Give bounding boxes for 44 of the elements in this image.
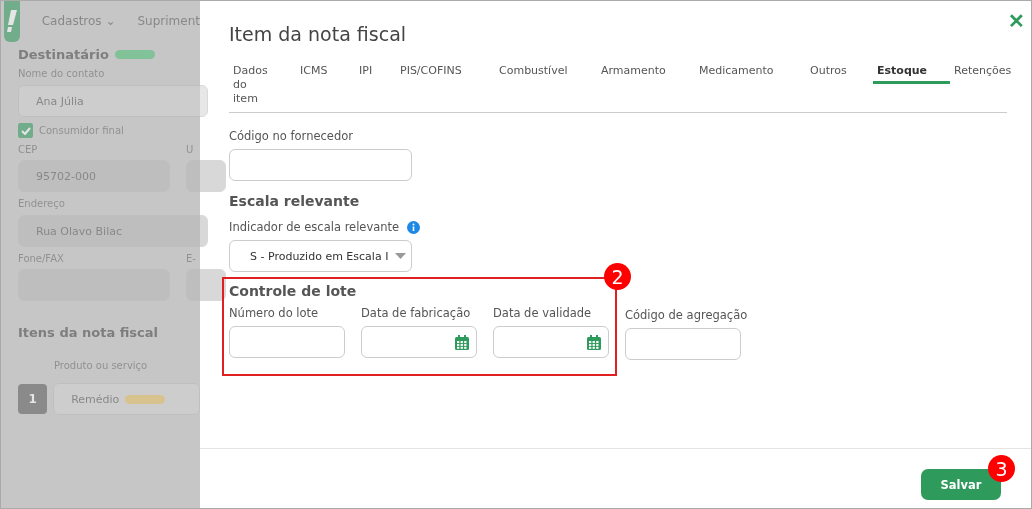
tab[interactable]: Retenções <box>950 64 1020 84</box>
email-field[interactable] <box>186 269 226 301</box>
step-badge: 2 <box>604 263 631 290</box>
field-label: Código de agregação <box>625 308 748 322</box>
tab[interactable]: ICMS <box>296 64 355 84</box>
supplier-code-field[interactable] <box>229 149 412 181</box>
field-label: Indicador de escala relevante <box>229 220 400 234</box>
tab[interactable]: Medicamento <box>695 64 806 84</box>
section-title: Destinatário <box>18 47 109 62</box>
field-label: Data de validade <box>493 306 593 320</box>
caret-icon <box>395 253 406 259</box>
calendar-icon[interactable] <box>455 334 469 350</box>
status-badge <box>125 394 166 404</box>
tab[interactable]: Combustível <box>495 64 597 84</box>
tab[interactable]: Estoque <box>873 64 950 84</box>
field-label: Número do lote <box>229 306 320 320</box>
status-badge <box>114 50 155 59</box>
tab[interactable]: IPI <box>355 64 396 84</box>
date-field[interactable] <box>493 326 609 358</box>
close-button[interactable]: ✕ <box>1008 11 1025 31</box>
step-badge: 3 <box>988 455 1015 482</box>
tab[interactable]: Armamento <box>597 64 695 84</box>
checkbox[interactable] <box>18 123 33 138</box>
section-title: Controle de lote <box>229 283 358 299</box>
dropdown-value: S - Produzido em Escala I <box>250 249 389 263</box>
row-number: 1 <box>18 384 48 414</box>
field-label: Código no fornecedor <box>229 129 354 143</box>
date-field[interactable] <box>361 326 477 358</box>
product-name: Remédio <box>71 392 120 406</box>
uf-field[interactable] <box>186 160 226 192</box>
app-logo[interactable] <box>4 1 20 42</box>
scale-dropdown[interactable]: S - Produzido em Escala I <box>229 240 412 272</box>
field-label: Data de fabricação <box>361 306 472 320</box>
info-icon[interactable] <box>407 220 421 234</box>
tab[interactable]: Outros <box>806 64 873 84</box>
logo-icon <box>6 10 17 32</box>
section-title: Itens da nota fiscal <box>18 325 158 340</box>
tab[interactable]: PIS/COFINS <box>396 64 495 84</box>
calendar-icon[interactable] <box>587 334 601 350</box>
tab[interactable]: Dados do item <box>229 64 296 112</box>
section-title: Escala relevante <box>229 193 361 209</box>
input-field[interactable] <box>229 326 345 358</box>
modal-title: Item da nota fiscal <box>229 23 407 45</box>
aggregation-field[interactable] <box>625 328 741 360</box>
